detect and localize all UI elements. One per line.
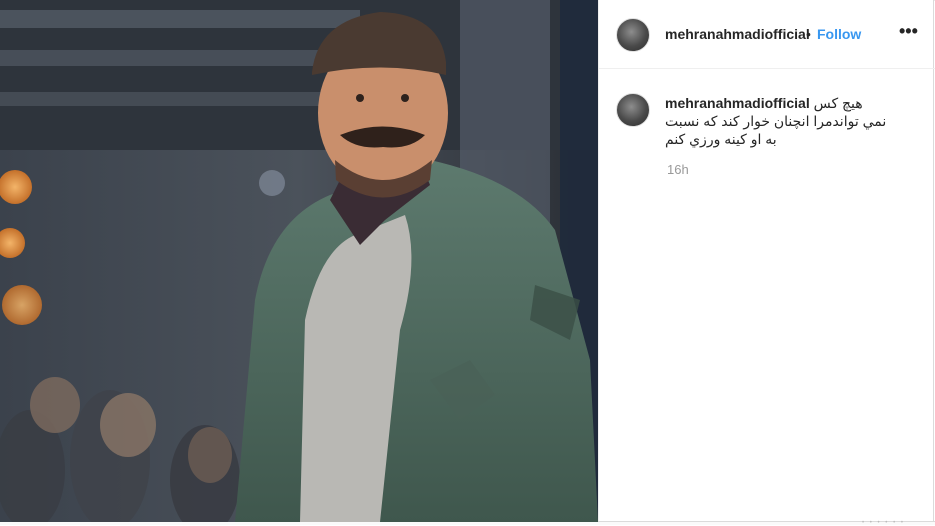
author-username-link[interactable]: mehranahmadiofficial [665, 26, 810, 42]
post-photo-image [0, 0, 598, 522]
bottom-edge-dots: • • • • • • [862, 520, 905, 526]
post-photo[interactable] [0, 0, 598, 522]
more-options-icon[interactable]: ••• [899, 22, 921, 44]
post-side-panel: mehranahmadiofficial • Follow ••• mehran… [598, 0, 935, 522]
post-header: mehranahmadiofficial • Follow ••• [599, 0, 935, 69]
comment-text: mehranahmadiofficial هيچ کس نمي تواندمرا… [665, 94, 889, 148]
comment-timestamp[interactable]: 16h [667, 162, 689, 177]
follow-button[interactable]: Follow [817, 26, 861, 42]
comment-author-avatar[interactable] [616, 93, 650, 127]
author-avatar[interactable] [616, 18, 650, 52]
comment-username-link[interactable]: mehranahmadiofficial [665, 95, 810, 111]
header-separator: • [806, 26, 811, 42]
